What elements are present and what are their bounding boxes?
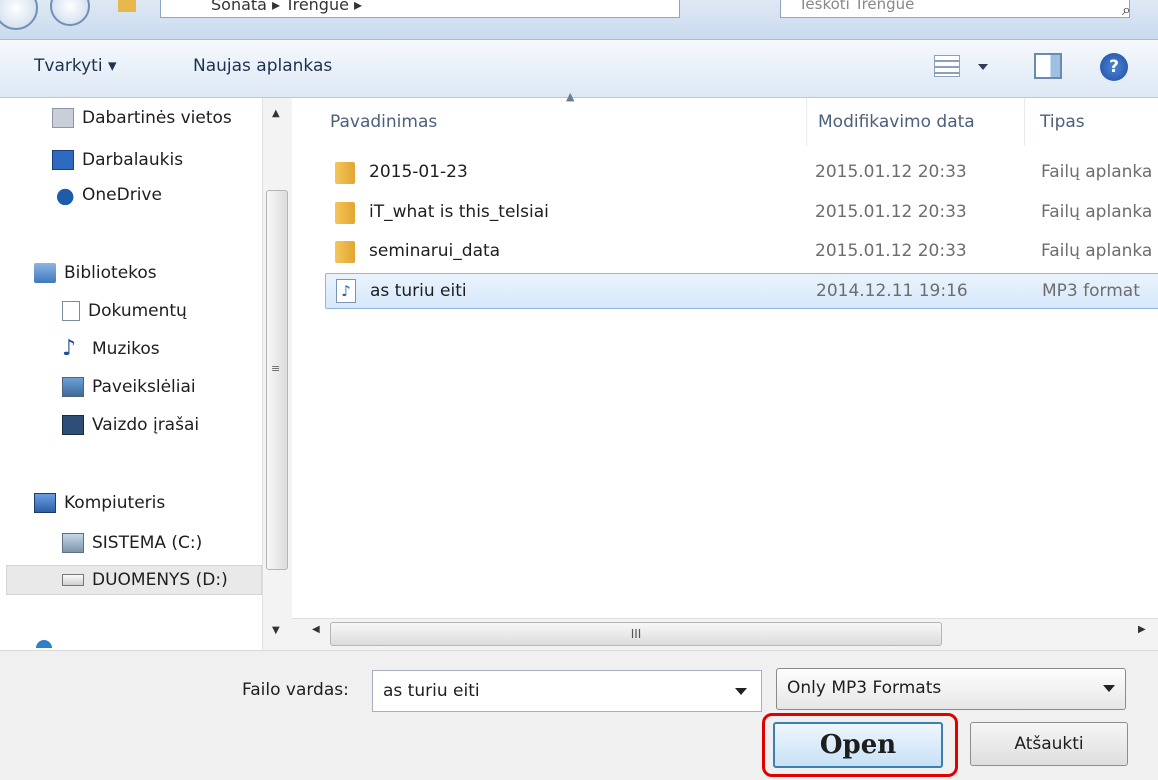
file-name: seminarui_data: [369, 241, 501, 261]
highlight-box: [762, 713, 958, 777]
file-name: iT_what is this_telsiai: [369, 202, 549, 222]
file-modified: 2015.01.12 20:33: [815, 162, 967, 182]
grip-icon: ≡: [271, 362, 281, 375]
organize-button[interactable]: Tvarkyti ▾: [34, 56, 116, 76]
pictures-icon: [62, 377, 84, 397]
sidebar-item-documents[interactable]: Dokumentų: [62, 296, 187, 326]
horizontal-scroll-thumb[interactable]: III: [330, 622, 942, 646]
file-name: 2015-01-23: [369, 162, 468, 182]
search-box[interactable]: Ieškoti Trengue: [780, 0, 1130, 18]
sidebar-item-label: Dabartinės vietos: [82, 108, 232, 128]
preview-pane-icon[interactable]: [1034, 53, 1062, 79]
sidebar-item-label: OneDrive: [82, 185, 162, 205]
search-placeholder: Ieškoti Trengue: [801, 0, 915, 13]
column-header-modified[interactable]: Modifikavimo data: [818, 112, 975, 132]
file-type: Failų aplanka: [1041, 202, 1153, 222]
computer-icon: [34, 493, 56, 513]
back-button[interactable]: [0, 0, 38, 30]
sidebar-item-computer[interactable]: Kompiuteris: [34, 488, 165, 518]
chevron-down-icon[interactable]: [735, 688, 747, 695]
sidebar-item-label: Darbalaukis: [82, 150, 184, 170]
file-row-selected[interactable]: ♪ as turiu eiti 2014.12.11 19:16 MP3 for…: [325, 273, 1158, 309]
file-row[interactable]: seminarui_data 2015.01.12 20:33 Failų ap…: [325, 236, 1158, 268]
file-type-filter-select[interactable]: Only MP3 Formats: [776, 668, 1126, 710]
column-header-type[interactable]: Tipas: [1040, 112, 1085, 132]
desktop-icon: [52, 150, 74, 170]
view-options-icon[interactable]: [934, 55, 960, 77]
filename-value: as turiu eiti: [383, 681, 480, 701]
scroll-left-arrow-icon[interactable]: ◀: [312, 624, 320, 635]
toolbar: Tvarkyti ▾ Naujas aplankas ?: [0, 40, 1158, 98]
filter-value: Only MP3 Formats: [787, 678, 942, 698]
sidebar-item-label: Paveikslėliai: [92, 377, 196, 397]
grip-icon: III: [630, 627, 642, 641]
filename-label: Failo vardas:: [242, 680, 349, 700]
chevron-down-icon[interactable]: [978, 64, 988, 70]
file-type: Failų aplanka: [1041, 241, 1153, 261]
drive-c-icon: [62, 533, 84, 553]
column-divider[interactable]: [806, 98, 807, 146]
address-path: Sonata ▸ Trengue ▸: [211, 0, 363, 14]
sidebar-item-recent-places[interactable]: Dabartinės vietos: [52, 103, 232, 133]
file-modified: 2015.01.12 20:33: [815, 202, 967, 222]
new-folder-button[interactable]: Naujas aplankas: [193, 56, 332, 76]
sidebar-item-libraries[interactable]: Bibliotekos: [34, 258, 157, 288]
file-row[interactable]: 2015-01-23 2015.01.12 20:33 Failų aplank…: [325, 157, 1158, 189]
drive-d-icon: [62, 574, 84, 586]
sidebar-item-music[interactable]: ♪ Muzikos: [62, 334, 160, 364]
onedrive-icon: [52, 185, 74, 205]
address-bar[interactable]: Sonata ▸ Trengue ▸: [160, 0, 680, 18]
sort-arrow-icon: ▲: [566, 90, 575, 103]
search-icon: ⌕: [1122, 0, 1131, 19]
scroll-down-arrow-icon[interactable]: ▼: [272, 625, 280, 636]
folder-icon: [335, 162, 355, 184]
sidebar-item-drive-d[interactable]: DUOMENYS (D:): [6, 565, 262, 595]
sidebar-item-label: Kompiuteris: [64, 493, 166, 513]
folder-icon: [335, 202, 355, 224]
file-type: MP3 format: [1042, 281, 1140, 301]
forward-button[interactable]: [50, 0, 90, 26]
file-row[interactable]: iT_what is this_telsiai 2015.01.12 20:33…: [325, 197, 1158, 229]
sidebar-scroll-thumb[interactable]: [266, 190, 288, 570]
sidebar-item-drive-c[interactable]: SISTEMA (C:): [62, 528, 202, 558]
sidebar-item-label: Dokumentų: [88, 301, 187, 321]
documents-icon: [62, 301, 80, 321]
sidebar-item-onedrive[interactable]: OneDrive: [52, 180, 162, 210]
file-modified: 2014.12.11 19:16: [816, 281, 968, 301]
column-divider[interactable]: [1024, 98, 1025, 146]
sidebar-item-label: DUOMENYS (D:): [92, 570, 228, 590]
mp3-file-icon: ♪: [336, 279, 356, 303]
file-name: as turiu eiti: [370, 281, 467, 301]
folder-icon: [118, 0, 136, 12]
scroll-up-arrow-icon[interactable]: ▲: [272, 108, 280, 119]
sidebar-item-desktop[interactable]: Darbalaukis: [52, 145, 183, 175]
cancel-button[interactable]: Atšaukti: [970, 722, 1128, 766]
folder-icon: [335, 241, 355, 263]
chevron-down-icon[interactable]: [1103, 685, 1115, 692]
sidebar-item-label: Muzikos: [92, 339, 160, 359]
music-icon: ♪: [62, 336, 77, 361]
sidebar-item-label: Bibliotekos: [64, 263, 157, 283]
sidebar-item-label: Vaizdo įrašai: [92, 415, 200, 435]
column-header-name[interactable]: Pavadinimas: [330, 112, 437, 132]
sidebar-item-label: SISTEMA (C:): [92, 533, 203, 553]
file-type: Failų aplanka: [1041, 162, 1153, 182]
address-bar-area: Sonata ▸ Trengue ▸ Ieškoti Trengue ⌕: [0, 0, 1158, 40]
videos-icon: [62, 415, 84, 435]
file-modified: 2015.01.12 20:33: [815, 241, 967, 261]
help-icon[interactable]: ?: [1100, 53, 1128, 81]
sidebar-item-pictures[interactable]: Paveikslėliai: [62, 372, 196, 402]
libraries-icon: [34, 263, 56, 283]
filename-input[interactable]: as turiu eiti: [372, 670, 762, 712]
scroll-right-arrow-icon[interactable]: ▶: [1138, 624, 1146, 635]
recent-places-icon: [52, 108, 74, 128]
sidebar-item-videos[interactable]: Vaizdo įrašai: [62, 410, 199, 440]
